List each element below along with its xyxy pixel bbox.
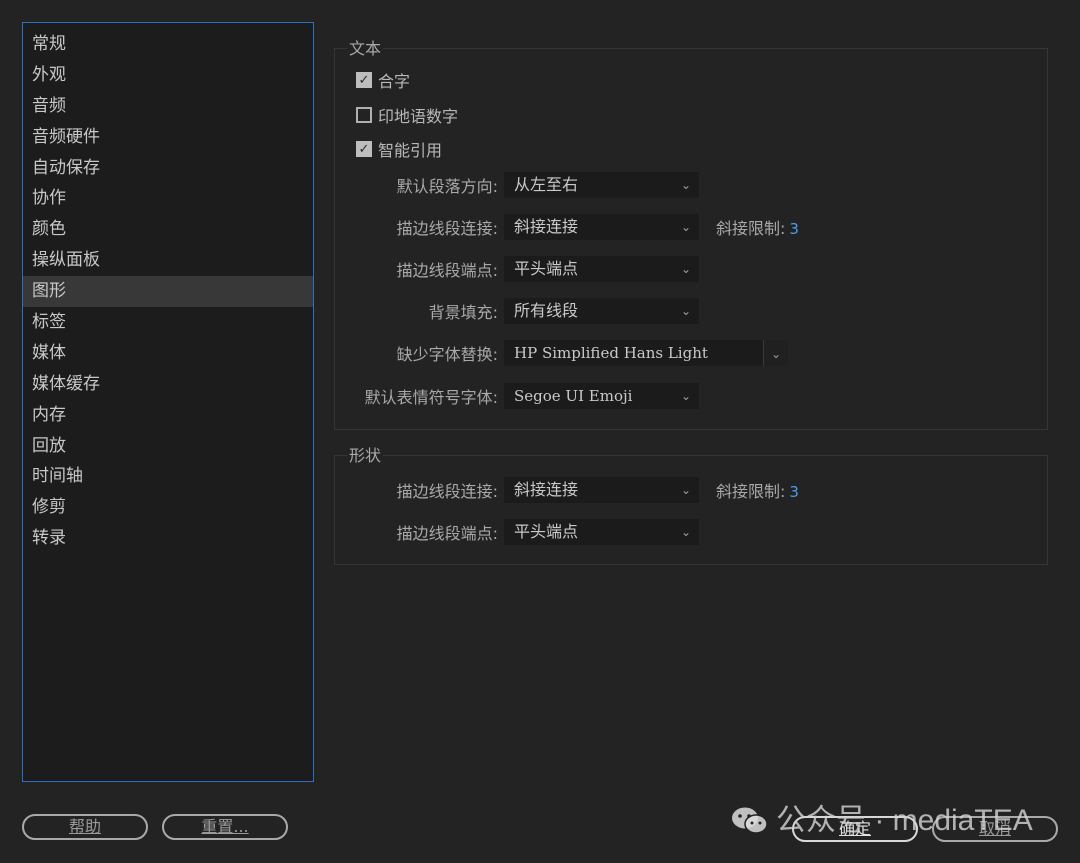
emoji-font-value: Segoe UI Emoji xyxy=(514,387,633,405)
ok-button-label: 确定 xyxy=(838,819,871,838)
stroke-cap-label: 描边线段端点: xyxy=(396,261,498,280)
missing-font-select[interactable]: HP Simplified Hans Light ⌄ xyxy=(504,340,788,366)
smart-quotes-label: 智能引用 xyxy=(378,141,443,160)
sidebar-item-10[interactable]: 媒体 xyxy=(23,338,313,369)
miter-limit-label: 斜接限制: xyxy=(716,219,786,238)
sidebar-item-13[interactable]: 回放 xyxy=(23,431,313,462)
sidebar-item-7[interactable]: 操纵面板 xyxy=(23,245,313,276)
stroke-cap-select[interactable]: 平头端点 ⌄ xyxy=(504,256,699,282)
smart-quotes-checkbox[interactable] xyxy=(356,141,372,157)
sidebar-item-5[interactable]: 协作 xyxy=(23,183,313,214)
stroke-join-value: 斜接连接 xyxy=(514,217,579,236)
reset-button-label: 重置... xyxy=(201,817,249,836)
shape-stroke-join-label: 描边线段连接: xyxy=(396,482,498,501)
chevron-down-icon: ⌄ xyxy=(680,262,691,276)
shape-stroke-cap-select[interactable]: 平头端点 ⌄ xyxy=(504,519,699,545)
para-direction-label: 默认段落方向: xyxy=(396,177,498,196)
sidebar-item-1[interactable]: 外观 xyxy=(23,60,313,91)
sidebar-item-2[interactable]: 音频 xyxy=(23,91,313,122)
shape-stroke-cap-label: 描边线段端点: xyxy=(396,524,498,543)
shape-miter-limit-label: 斜接限制: xyxy=(716,482,786,501)
miter-limit: 斜接限制: 3 xyxy=(716,216,799,242)
sidebar-item-9[interactable]: 标签 xyxy=(23,307,313,338)
shape-stroke-join-select[interactable]: 斜接连接 ⌄ xyxy=(504,477,699,503)
wechat-icon xyxy=(732,807,768,834)
text-group-title: 文本 xyxy=(347,39,384,59)
sidebar-item-11[interactable]: 媒体缓存 xyxy=(23,369,313,400)
chevron-down-icon: ⌄ xyxy=(680,178,691,192)
sidebar-item-16[interactable]: 转录 xyxy=(23,523,313,554)
chevron-down-icon: ⌄ xyxy=(680,304,691,318)
sidebar-item-4[interactable]: 自动保存 xyxy=(23,153,313,184)
sidebar-item-3[interactable]: 音频硬件 xyxy=(23,122,313,153)
sidebar-item-15[interactable]: 修剪 xyxy=(23,492,313,523)
cancel-button[interactable]: 取消 xyxy=(932,816,1058,842)
cancel-button-label: 取消 xyxy=(978,819,1011,838)
hindi-digits-label: 印地语数字 xyxy=(378,107,459,126)
shape-group: 形状 xyxy=(334,446,1048,565)
para-direction-select[interactable]: 从左至右 ⌄ xyxy=(504,172,699,198)
background-fill-select[interactable]: 所有线段 ⌄ xyxy=(504,298,699,324)
emoji-font-label: 默认表情符号字体: xyxy=(364,388,498,407)
sidebar-item-12[interactable]: 内存 xyxy=(23,400,313,431)
shape-stroke-cap-value: 平头端点 xyxy=(514,522,579,541)
stroke-cap-value: 平头端点 xyxy=(514,259,579,278)
help-button[interactable]: 帮助 xyxy=(22,814,148,840)
miter-limit-value[interactable]: 3 xyxy=(789,220,799,238)
chevron-down-icon: ⌄ xyxy=(680,389,691,403)
missing-font-label: 缺少字体替换: xyxy=(396,345,498,364)
ok-button[interactable]: 确定 xyxy=(792,816,918,842)
stroke-join-label: 描边线段连接: xyxy=(396,219,498,238)
shape-miter-limit: 斜接限制: 3 xyxy=(716,479,799,505)
ligatures-checkbox[interactable] xyxy=(356,72,372,88)
stroke-join-select[interactable]: 斜接连接 ⌄ xyxy=(504,214,699,240)
hindi-digits-checkbox-row[interactable]: 印地语数字 xyxy=(356,103,458,127)
sidebar-item-6[interactable]: 颜色 xyxy=(23,214,313,245)
background-fill-value: 所有线段 xyxy=(514,301,579,320)
shape-group-title: 形状 xyxy=(347,446,384,466)
emoji-font-select[interactable]: Segoe UI Emoji ⌄ xyxy=(504,383,699,409)
smart-quotes-checkbox-row[interactable]: 智能引用 xyxy=(356,137,442,161)
sidebar-item-0[interactable]: 常规 xyxy=(23,29,313,60)
missing-font-value: HP Simplified Hans Light xyxy=(514,344,708,362)
chevron-down-icon: ⌄ xyxy=(680,220,691,234)
para-direction-value: 从左至右 xyxy=(514,175,579,194)
chevron-down-icon: ⌄ xyxy=(680,525,691,539)
sidebar-item-8[interactable]: 图形 xyxy=(23,276,313,308)
help-button-label: 帮助 xyxy=(68,817,101,836)
hindi-digits-checkbox[interactable] xyxy=(356,107,372,123)
chevron-down-icon: ⌄ xyxy=(680,483,691,497)
background-fill-label: 背景填充: xyxy=(428,303,498,322)
preferences-sidebar: 常规 外观 音频 音频硬件 自动保存 协作 颜色 操纵面板 图形 标签 媒体 媒体缓存 内存 回放 时间轴修… xyxy=(22,22,314,782)
chevron-down-icon[interactable]: ⌄ xyxy=(763,340,788,366)
ligatures-checkbox-row[interactable]: 合字 xyxy=(356,68,410,92)
sidebar-item-14[interactable]: 时间轴 xyxy=(23,461,313,492)
ligatures-label: 合字 xyxy=(378,72,411,91)
reset-button[interactable]: 重置... xyxy=(162,814,288,840)
shape-miter-limit-value[interactable]: 3 xyxy=(789,483,799,501)
shape-stroke-join-value: 斜接连接 xyxy=(514,480,579,499)
